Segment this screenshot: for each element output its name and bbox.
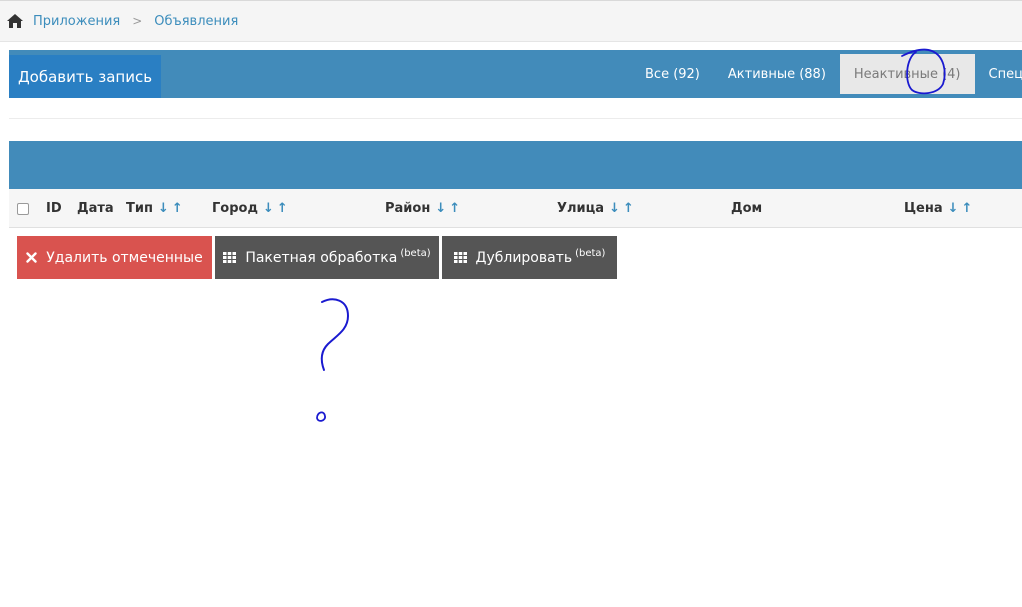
sort-arrows-icon[interactable]: ↓↑ — [609, 201, 637, 216]
column-label: Дом — [731, 201, 763, 216]
annotation-question-mark — [320, 298, 350, 371]
column-header-district: Район ↓↑ — [385, 189, 463, 228]
column-header-street: Улица ↓↑ — [557, 189, 637, 228]
column-header-city: Город ↓↑ — [212, 189, 291, 228]
delete-selected-label: Удалить отмеченные — [46, 249, 203, 266]
column-header-date: Дата — [77, 189, 114, 228]
sort-arrows-icon[interactable]: ↓↑ — [435, 201, 463, 216]
column-header-house: Дом — [731, 189, 762, 228]
close-icon — [26, 252, 37, 263]
select-all-checkbox[interactable] — [17, 202, 29, 215]
divider — [9, 118, 1022, 119]
tab-all[interactable]: Все (92) — [631, 54, 714, 94]
breadcrumb: Приложения > Объявления — [0, 0, 1022, 42]
beta-badge: (beta) — [400, 248, 431, 259]
column-header-id: ID — [46, 189, 62, 228]
column-label: Тип — [126, 201, 153, 216]
select-all-cell — [17, 189, 29, 228]
add-record-button[interactable]: Добавить запись — [9, 55, 161, 98]
column-header-price: Цена ↓↑ — [904, 189, 975, 228]
column-label: Район — [385, 201, 431, 216]
column-label: ID — [46, 201, 62, 216]
sort-arrows-icon[interactable]: ↓↑ — [158, 201, 186, 216]
beta-badge: (beta) — [575, 248, 606, 259]
grid-icon — [453, 252, 467, 263]
sort-arrows-icon[interactable]: ↓↑ — [948, 201, 976, 216]
column-label: Дата — [77, 201, 114, 216]
tab-active[interactable]: Активные (88) — [714, 54, 840, 94]
delete-selected-button[interactable]: Удалить отмеченные — [17, 236, 212, 279]
home-icon[interactable] — [6, 13, 24, 29]
column-label: Цена — [904, 201, 943, 216]
table-header: ID Дата Тип ↓↑ Город ↓↑ Район ↓↑ Улица ↓… — [9, 189, 1022, 228]
status-tabs: Все (92) Активные (88) Неактивные (4) Сп… — [631, 50, 1022, 98]
annotation-dot — [316, 411, 326, 422]
tab-inactive[interactable]: Неактивные (4) — [839, 54, 975, 94]
duplicate-button[interactable]: Дублировать (beta) — [442, 236, 617, 279]
breadcrumb-separator: > — [132, 14, 143, 28]
panel-header — [9, 141, 1022, 189]
batch-processing-button[interactable]: Пакетная обработка (beta) — [215, 236, 439, 279]
tab-special[interactable]: Спецпред — [975, 54, 1022, 94]
grid-icon — [223, 252, 237, 263]
breadcrumb-link-apps[interactable]: Приложения — [33, 14, 120, 29]
sort-arrows-icon[interactable]: ↓↑ — [263, 201, 291, 216]
toolbar: Добавить запись Все (92) Активные (88) Н… — [9, 50, 1022, 98]
duplicate-label: Дублировать — [475, 249, 573, 266]
column-label: Улица — [557, 201, 605, 216]
breadcrumb-link-ads[interactable]: Объявления — [154, 14, 238, 29]
column-header-type: Тип ↓↑ — [126, 189, 186, 228]
column-label: Город — [212, 201, 258, 216]
batch-processing-label: Пакетная обработка — [245, 249, 398, 266]
